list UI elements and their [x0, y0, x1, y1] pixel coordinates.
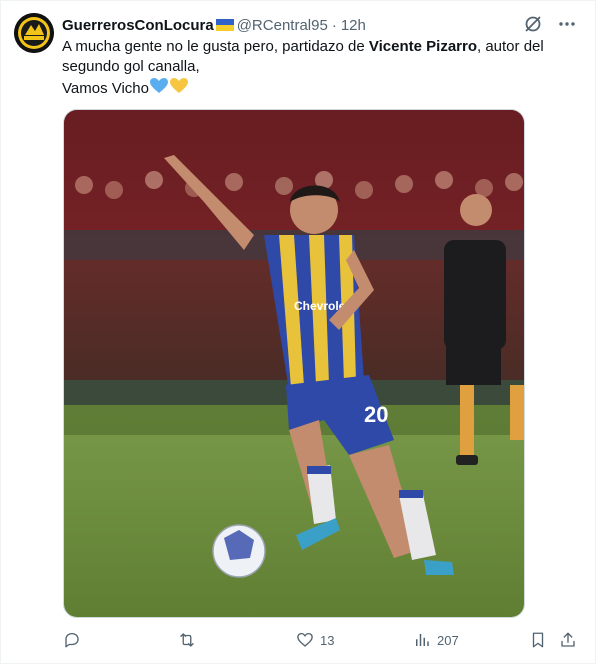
yellow-heart-icon	[170, 78, 188, 93]
display-name[interactable]: GuerrerosConLocura	[62, 17, 214, 34]
player-photo: Chevrolet 20	[64, 110, 524, 617]
timestamp[interactable]: 12h	[341, 17, 366, 34]
tweet-actions: 13 207	[63, 631, 583, 653]
like-button[interactable]: 13	[296, 631, 334, 649]
user-handle[interactable]: @RCentral95	[237, 17, 328, 34]
club-logo-avatar	[14, 13, 54, 53]
views-icon	[416, 634, 429, 646]
reply-button[interactable]	[63, 631, 87, 649]
more-icon[interactable]	[557, 14, 577, 34]
bookmark-icon	[532, 632, 544, 648]
share-button[interactable]	[559, 631, 577, 649]
blue-heart-icon	[150, 78, 168, 93]
share-icon	[561, 632, 575, 647]
tweet-text-line2: Vamos Vicho	[62, 80, 149, 97]
avatar[interactable]	[14, 13, 54, 53]
tweet-text-part1: A mucha gente no le gusta pero, partidaz…	[62, 38, 369, 55]
like-count: 13	[320, 632, 335, 648]
tweet-text: A mucha gente no le gusta pero, partidaz…	[62, 37, 582, 99]
ukraine-flag-icon	[215, 19, 234, 31]
like-icon	[297, 632, 313, 647]
grok-icon[interactable]	[523, 14, 543, 34]
football	[212, 524, 266, 578]
reply-icon	[65, 632, 79, 648]
retweet-icon	[180, 633, 194, 647]
tweet-card[interactable]: GuerrerosConLocura @RCentral95 · 12h A m…	[0, 0, 596, 664]
player-number: 20	[364, 402, 388, 427]
mention-player-name: Vicente Pizarro	[368, 38, 477, 55]
tweet-media[interactable]: Chevrolet 20	[63, 109, 525, 618]
separator-dot: ·	[331, 16, 337, 34]
hearts-icon	[150, 78, 188, 93]
tweet-header: GuerrerosConLocura @RCentral95 · 12h	[62, 15, 535, 35]
bookmark-button[interactable]	[529, 631, 547, 649]
views-count: 207	[437, 632, 459, 648]
views-button[interactable]: 207	[413, 631, 459, 649]
retweet-button[interactable]	[177, 631, 203, 649]
